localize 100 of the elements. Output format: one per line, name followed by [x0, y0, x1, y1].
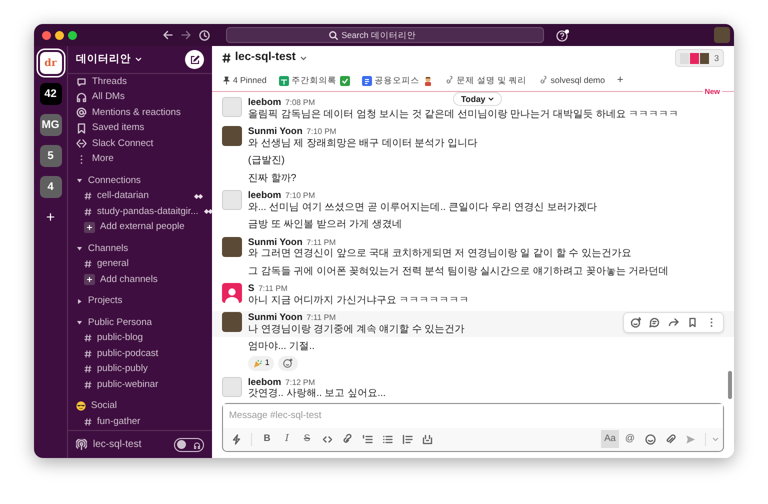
link-icon — [538, 76, 548, 85]
author-name[interactable]: leebom — [248, 376, 282, 388]
message-composer[interactable]: Message #lec-sql-test B I S Aa @ — [222, 402, 724, 452]
sidebar-item[interactable]: All DMs — [68, 90, 212, 105]
message-time[interactable]: 7:11 PM — [258, 283, 288, 294]
paperclip-icon[interactable] — [664, 434, 676, 444]
back-arrow-icon[interactable] — [163, 30, 173, 40]
caret-icon[interactable] — [76, 177, 83, 184]
author-name[interactable]: Sunmi Yoon — [248, 236, 303, 248]
lightning-icon[interactable] — [230, 434, 242, 444]
party-popper-icon — [253, 358, 262, 368]
message-time[interactable]: 7:11 PM — [306, 312, 336, 324]
author-name[interactable]: Sunmi Yoon — [248, 312, 303, 324]
add-reaction-button[interactable] — [278, 356, 298, 370]
author-name[interactable]: Sunmi Yoon — [248, 126, 303, 138]
format-button[interactable]: B — [258, 430, 276, 448]
search-icon — [328, 30, 338, 40]
compose-button[interactable] — [185, 50, 204, 69]
add-item[interactable]: Add external people — [68, 220, 212, 235]
section-header[interactable]: Connections — [68, 173, 212, 188]
section-header[interactable]: Projects — [68, 294, 212, 309]
author-name[interactable]: leebom — [248, 97, 282, 108]
bookmark-link[interactable]: 공용오피스 — [362, 74, 433, 87]
search-input[interactable]: Search 데이터리안 — [342, 28, 442, 42]
author-name[interactable]: S — [248, 283, 254, 294]
sidebar-item[interactable]: Saved items — [68, 120, 212, 136]
caret-icon[interactable] — [76, 245, 83, 252]
link-icon[interactable] — [342, 434, 352, 444]
section-header[interactable]: Social — [68, 398, 212, 414]
channel-item[interactable]: cell-datarian — [68, 188, 212, 204]
author-name[interactable]: leebom — [248, 190, 282, 202]
caret-icon[interactable] — [76, 298, 83, 305]
hash-icon — [84, 380, 92, 389]
members-button[interactable]: 3 — [675, 48, 724, 68]
history-clock-icon[interactable] — [199, 30, 210, 40]
sidebar-item[interactable]: More — [68, 152, 212, 167]
message-row-highlight[interactable]: Sunmi Yoon 7:11 PM 나 연경님이랑 경기중에 계속 얘기할 수 있는건가 — [212, 311, 734, 337]
section-header[interactable]: Channels — [68, 241, 212, 256]
message-time[interactable]: 7:12 PM — [285, 376, 316, 388]
message-time[interactable]: 7:08 PM — [285, 97, 316, 108]
sidebar-item[interactable]: Mentions & reactions — [68, 105, 212, 120]
channel-name[interactable]: lec-sql-test — [235, 49, 296, 67]
message-text: 엄마야... 기절.. — [248, 341, 315, 354]
caret-icon[interactable] — [76, 319, 83, 326]
workspace-icon[interactable]: 5 — [40, 145, 62, 167]
message-time[interactable]: 7:11 PM — [306, 236, 336, 248]
emoji-icon[interactable] — [644, 434, 656, 444]
message-time[interactable]: 7:10 PM — [285, 190, 316, 202]
code-block-icon[interactable] — [422, 434, 432, 444]
bookmark-link[interactable]: 문제 설명 및 쿼리 — [444, 74, 527, 87]
bookmark-link[interactable]: 4 Pinned — [222, 74, 267, 87]
format-button[interactable]: I — [278, 430, 296, 448]
plus-icon — [84, 274, 95, 286]
text-format-button[interactable]: Aa — [601, 430, 619, 448]
hash-icon — [84, 350, 92, 358]
bookmark-icon[interactable] — [687, 317, 698, 328]
share-arrow-icon[interactable] — [668, 317, 679, 328]
sidebar-item[interactable]: Threads — [68, 74, 212, 90]
window-controls-icon[interactable] — [42, 30, 77, 40]
code-icon[interactable] — [322, 434, 332, 444]
hash-icon — [84, 208, 92, 216]
avatar-photo[interactable] — [222, 236, 242, 256]
chevron-down-icon[interactable] — [300, 56, 307, 60]
bookmark-link[interactable]: solvesql demo — [538, 74, 605, 87]
huddle-toggle[interactable] — [174, 438, 204, 452]
workspace-name[interactable]: 데이터리안 — [76, 52, 131, 68]
add-item[interactable]: Add channels — [68, 272, 212, 288]
workspace-icon[interactable]: 42 — [40, 83, 62, 105]
channel-item[interactable]: fun-gather — [68, 414, 212, 430]
search-field[interactable]: Search 데이터리안 — [226, 27, 544, 43]
date-divider-pill[interactable]: Today — [453, 92, 502, 106]
message-text: 나 연경님이랑 경기중에 계속 얘기할 수 있는건가 — [248, 324, 465, 336]
section-header[interactable]: Public Persona — [68, 315, 212, 330]
channel-item[interactable]: public-blog — [68, 330, 212, 346]
channel-item[interactable]: public-webinar — [68, 377, 212, 392]
forward-arrow-icon[interactable] — [181, 30, 191, 40]
mention-button[interactable]: @ — [621, 430, 639, 448]
channel-item[interactable]: general — [68, 256, 212, 272]
check-mark-icon — [340, 76, 350, 86]
workspace-icon[interactable]: 4 — [40, 176, 62, 198]
add-workspace-button[interactable]: + — [40, 207, 62, 229]
reaction-button[interactable]: 1 — [248, 356, 274, 370]
channel-item[interactable]: public-publy — [68, 362, 212, 377]
help-icon[interactable] — [556, 28, 570, 42]
numbered-list-icon[interactable] — [362, 434, 372, 444]
channel-item[interactable]: study-pandas-dataitgir... — [68, 204, 212, 220]
bookmark-link[interactable]: 주간회의록 — [278, 74, 350, 87]
quote-block-icon[interactable] — [402, 434, 412, 444]
scrollbar-thumb[interactable] — [728, 371, 732, 399]
message-time[interactable]: 7:10 PM — [306, 126, 336, 138]
sidebar-item[interactable]: Slack Connect — [68, 136, 212, 152]
bulleted-list-icon[interactable] — [382, 434, 392, 444]
add-bookmark-button[interactable]: + — [617, 72, 624, 89]
format-button[interactable]: S — [298, 430, 316, 448]
workspace-icon[interactable]: MG — [40, 114, 62, 136]
connect-icon — [76, 138, 87, 150]
channel-item[interactable]: public-podcast — [68, 346, 212, 362]
add-emoji-icon[interactable] — [630, 317, 641, 328]
thread-reply-icon[interactable] — [649, 317, 660, 328]
default-avatar[interactable] — [222, 283, 242, 303]
